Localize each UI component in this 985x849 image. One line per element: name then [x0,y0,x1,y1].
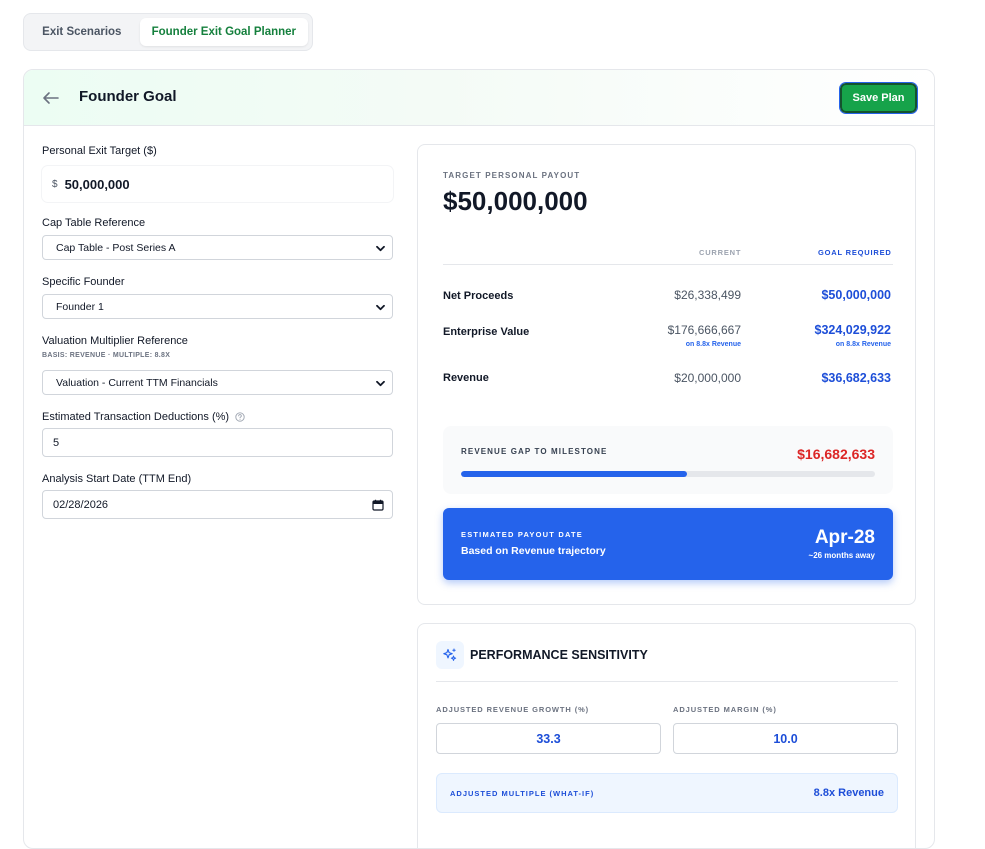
revenue-gap-value: $16,682,633 [797,446,875,462]
founder-select[interactable]: Founder 1 [42,294,393,319]
enterprise-value-goal: $324,029,922 [814,323,891,337]
estimated-payout-card: ESTIMATED PAYOUT DATE Based on Revenue t… [443,508,893,580]
chevron-down-icon [376,245,385,252]
growth-input[interactable]: 33.3 [436,723,661,754]
tab-founder-exit-goal-planner[interactable]: Founder Exit Goal Planner [139,18,308,46]
exit-target-input[interactable]: $ 50,000,000 [42,166,393,202]
growth-label: ADJUSTED REVENUE GROWTH (%) [436,705,590,714]
sparkles-icon-box [436,641,464,669]
valuation-label: Valuation Multiplier Reference [42,335,188,347]
enterprise-value-goal-note: on 8.8x Revenue [835,341,891,348]
table-divider [443,264,893,265]
cap-table-value: Cap Table - Post Series A [56,241,176,254]
payout-date-value: Apr-28 [814,527,875,548]
tab-bar: Exit Scenarios Founder Exit Goal Planner [23,13,313,51]
sensitivity-title: PERFORMANCE SENSITIVITY [470,648,648,662]
enterprise-value-current-note: on 8.8x Revenue [685,341,741,348]
card-header: Founder Goal Save Plan [24,70,934,126]
payout-summary-panel: TARGET PERSONAL PAYOUT $50,000,000 CURRE… [417,144,916,605]
payout-date-label: ESTIMATED PAYOUT DATE [461,530,584,539]
exit-target-label: Personal Exit Target ($) [42,145,157,157]
valuation-select[interactable]: Valuation - Current TTM Financials [42,370,393,395]
row-enterprise-value-label: Enterprise Value [443,326,530,338]
founder-label: Specific Founder [42,276,125,288]
payout-time-away: ~26 months away [808,551,875,560]
payout-basis: Based on Revenue trajectory [461,545,606,557]
revenue-gap-progress-track [461,471,875,477]
revenue-goal: $36,682,633 [821,371,891,385]
cap-table-select[interactable]: Cap Table - Post Series A [42,235,393,260]
row-net-proceeds-label: Net Proceeds [443,290,514,302]
multiple-label: ADJUSTED MULTIPLE (WHAT-IF) [450,789,595,798]
margin-label: ADJUSTED MARGIN (%) [673,705,777,714]
tab-exit-scenarios[interactable]: Exit Scenarios [28,18,136,46]
chevron-down-icon [376,380,385,387]
deductions-input[interactable]: 5 [42,428,393,457]
revenue-gap-label: REVENUE GAP TO MILESTONE [461,447,608,456]
valuation-value: Valuation - Current TTM Financials [56,376,218,389]
enterprise-value-current: $176,666,667 [667,323,741,337]
founder-value: Founder 1 [56,300,104,313]
page-title: Founder Goal [79,88,177,105]
column-goal-header: GOAL REQUIRED [818,248,892,257]
currency-symbol: $ [52,178,58,190]
calendar-icon[interactable] [372,499,384,511]
margin-input[interactable]: 10.0 [673,723,898,754]
column-current-header: CURRENT [699,248,742,257]
back-arrow-icon[interactable] [40,87,62,109]
deductions-label-row: Estimated Transaction Deductions (%) [42,411,245,423]
revenue-gap-box: REVENUE GAP TO MILESTONE $16,682,633 [443,426,893,494]
chevron-down-icon [376,304,385,311]
multiple-value: 8.8x Revenue [813,787,884,799]
sensitivity-divider [436,681,898,682]
start-date-label: Analysis Start Date (TTM End) [42,473,192,485]
performance-sensitivity-panel: PERFORMANCE SENSITIVITY ADJUSTED REVENUE… [417,623,916,848]
net-proceeds-goal: $50,000,000 [821,288,891,302]
exit-target-value: 50,000,000 [64,176,130,192]
founder-goal-card: Founder Goal Save Plan Personal Exit Tar… [23,69,935,849]
start-date-value: 02/28/2026 [53,498,109,511]
valuation-basis: BASIS: REVENUE · MULTIPLE: 8.8X [42,352,171,359]
revenue-gap-progress-fill [461,471,687,477]
net-proceeds-current: $26,338,499 [674,288,741,302]
help-circle-icon[interactable] [235,412,245,422]
revenue-current: $20,000,000 [674,371,741,385]
row-revenue-label: Revenue [443,372,489,384]
target-payout-label: TARGET PERSONAL PAYOUT [443,171,581,180]
sparkles-icon [443,648,457,661]
start-date-input[interactable]: 02/28/2026 [42,490,393,519]
cap-table-label: Cap Table Reference [42,217,146,229]
deductions-label: Estimated Transaction Deductions (%) [42,411,230,423]
save-plan-button[interactable]: Save Plan [839,82,918,114]
target-payout-value: $50,000,000 [443,186,588,216]
adjusted-multiple-box: ADJUSTED MULTIPLE (WHAT-IF) 8.8x Revenue [436,773,898,813]
